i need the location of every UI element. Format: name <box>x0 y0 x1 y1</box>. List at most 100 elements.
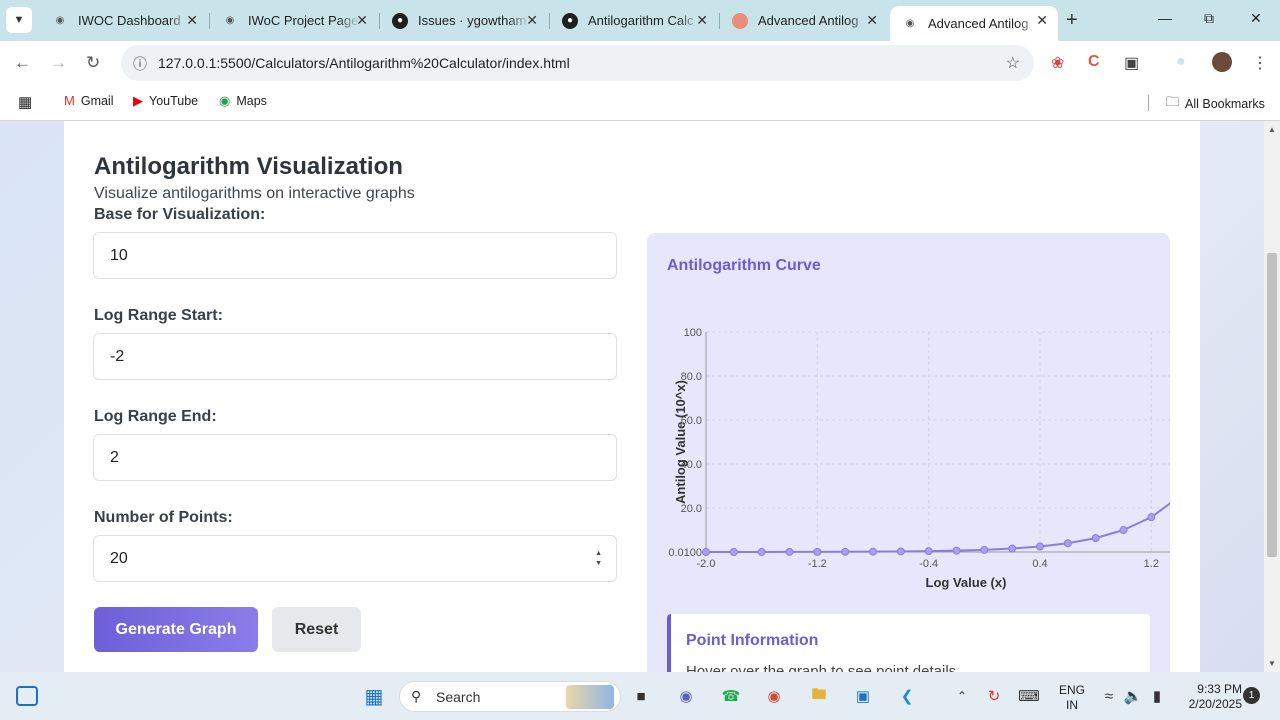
kebab-menu-icon[interactable]: ⋮ <box>1252 53 1268 73</box>
clock-time: 9:33 PM <box>1197 682 1242 696</box>
lang-region: IN <box>1066 698 1078 712</box>
close-icon[interactable]: ✕ <box>1036 12 1048 29</box>
base-input[interactable] <box>94 233 616 278</box>
back-arrow-icon[interactable]: ← <box>14 53 31 73</box>
chrome-icon[interactable]: ◉ <box>762 684 786 708</box>
page-scrollbar[interactable]: ▲ ▼ <box>1264 121 1280 672</box>
points-label: Number of Points: <box>94 509 233 526</box>
bookmark-youtube[interactable]: ▶ YouTube <box>133 93 198 109</box>
chevron-up-icon[interactable]: ⌃ <box>950 684 974 708</box>
all-bookmarks[interactable]: 🗀 All Bookmarks <box>1166 93 1265 115</box>
extension-icon[interactable]: ● <box>1176 53 1186 71</box>
tab-advanced-antilog-active[interactable]: ◉ Advanced Antilog ✕ <box>890 6 1058 41</box>
new-tab-plus-icon[interactable]: + <box>1066 9 1078 32</box>
points-input[interactable] <box>94 536 616 581</box>
address-bar[interactable]: ⓘ 127.0.0.1:5500/Calculators/Antilogarit… <box>121 45 1034 81</box>
wifi-icon[interactable]: ≈ <box>1097 684 1121 708</box>
task-view-icon[interactable]: ■ <box>629 684 653 708</box>
point-info-title: Point Information <box>686 632 819 649</box>
data-point <box>896 547 905 556</box>
clock[interactable]: 9:33 PM 2/20/2025 <box>1176 682 1242 712</box>
reset-button[interactable]: Reset <box>272 607 361 652</box>
chevron-down-icon: ▼ <box>13 14 25 26</box>
tab-title: Issues · ygowtham <box>418 13 527 28</box>
generate-graph-button[interactable]: Generate Graph <box>94 607 258 652</box>
data-point <box>980 545 989 554</box>
tab-strip: ▼ ◉ IWOC Dashboard ✕ ◉ IWoC Project Page… <box>0 0 1280 41</box>
widgets-icon[interactable] <box>16 686 38 706</box>
window-close-icon[interactable]: ✕ <box>1250 10 1262 27</box>
extension-c-icon[interactable]: C <box>1088 53 1100 71</box>
browser-toolbar: ← → ↻ ⓘ 127.0.0.1:5500/Calculators/Antil… <box>0 41 1280 85</box>
forward-arrow-icon[interactable]: → <box>50 53 67 73</box>
point-info-text: Hover over the graph to see point detail… <box>686 663 957 672</box>
language-indicator[interactable]: ENG IN <box>1056 683 1088 713</box>
windows-start-icon[interactable]: ▦ <box>362 684 386 708</box>
search-highlight-icon <box>566 685 614 709</box>
taskbar-search[interactable]: ⚲ Search <box>399 681 621 712</box>
bookmark-gmail[interactable]: M Gmail <box>64 93 114 108</box>
range-end-input[interactable] <box>94 435 616 480</box>
range-start-field[interactable] <box>93 333 617 380</box>
tab-title: Advanced Antilog <box>758 13 859 28</box>
range-end-field[interactable] <box>93 434 617 481</box>
data-point <box>1147 513 1156 522</box>
stepper-up-icon[interactable]: ▲ <box>595 549 602 559</box>
vscode-icon[interactable]: ❮ <box>895 684 919 708</box>
x-axis-label: Log Value (x) <box>926 575 1007 590</box>
file-explorer-icon[interactable]: 🖿 <box>807 684 831 708</box>
bookmark-label: Maps <box>236 94 267 108</box>
scroll-up-icon[interactable]: ▲ <box>1268 125 1276 134</box>
store-icon[interactable]: ▣ <box>851 684 875 708</box>
data-point <box>952 546 961 555</box>
teams-icon[interactable]: ◉ <box>674 684 698 708</box>
notification-badge[interactable]: 1 <box>1243 687 1260 704</box>
tab-advanced-antilog[interactable]: Advanced Antilog ✕ <box>720 6 888 35</box>
tab-iwoc-dashboard[interactable]: ◉ IWOC Dashboard ✕ <box>40 6 208 35</box>
scroll-down-icon[interactable]: ▼ <box>1268 659 1276 668</box>
range-start-label: Log Range Start: <box>94 307 223 324</box>
bookmark-star-icon[interactable]: ☆ <box>1006 53 1020 73</box>
tab-iwoc-project[interactable]: ◉ IWoC Project Page ✕ <box>210 6 378 35</box>
bookmark-maps[interactable]: ◉ Maps <box>219 93 267 109</box>
github-icon: ● <box>392 12 408 29</box>
github-icon: ● <box>562 12 578 29</box>
apps-grid-icon[interactable]: ▦ <box>18 93 32 111</box>
data-point <box>1063 539 1072 548</box>
close-icon[interactable]: ✕ <box>696 12 708 29</box>
bookmark-label: YouTube <box>149 94 199 108</box>
avatar[interactable] <box>1212 52 1232 72</box>
volume-icon[interactable]: 🔈 <box>1121 684 1145 708</box>
tab-issues[interactable]: ● Issues · ygowtham ✕ <box>380 6 548 35</box>
close-icon[interactable]: ✕ <box>186 12 198 29</box>
base-field[interactable] <box>93 232 617 279</box>
globe-icon: ◉ <box>55 15 65 26</box>
reload-icon[interactable]: ↻ <box>86 53 100 73</box>
url-text[interactable]: 127.0.0.1:5500/Calculators/Antilogarithm… <box>158 55 570 71</box>
folder-icon: 🗀 <box>1166 94 1180 109</box>
antilog-chart[interactable]: 0.010020.040.060.080.0100-2.0 -1.2 -0.4 0.4… <box>647 233 1170 672</box>
data-point <box>813 547 822 556</box>
range-start-input[interactable] <box>94 334 616 379</box>
keyboard-icon[interactable]: ⌨ <box>1017 684 1041 708</box>
close-icon[interactable]: ✕ <box>866 12 878 29</box>
close-icon[interactable]: ✕ <box>526 12 538 29</box>
restore-icon[interactable]: ⧉ <box>1204 10 1214 27</box>
tab-antilog-calc[interactable]: ● Antilogarithm Calc ✕ <box>550 6 718 35</box>
number-stepper[interactable]: ▲ ▼ <box>595 549 602 569</box>
data-point <box>1008 544 1017 553</box>
page-viewport: Antilogarithm Visualization Visualize an… <box>0 121 1264 672</box>
whatsapp-icon[interactable]: ☎ <box>719 684 743 708</box>
tab-search-button[interactable]: ▼ <box>6 7 32 33</box>
stepper-down-icon[interactable]: ▼ <box>595 559 602 569</box>
scrollbar-thumb[interactable] <box>1267 253 1277 557</box>
site-info-icon[interactable]: ⓘ <box>133 54 147 74</box>
close-icon[interactable]: ✕ <box>356 12 368 29</box>
color-extension-icon[interactable]: ❀ <box>1051 53 1064 73</box>
sync-icon[interactable]: ↻ <box>982 684 1006 708</box>
extensions-puzzle-icon[interactable]: ▣ <box>1124 53 1139 73</box>
minimize-icon[interactable]: — <box>1158 10 1172 26</box>
bookmark-label: Gmail <box>80 93 114 108</box>
battery-icon[interactable]: ▮ <box>1145 684 1169 708</box>
points-field[interactable]: ▲ ▼ <box>93 535 617 582</box>
